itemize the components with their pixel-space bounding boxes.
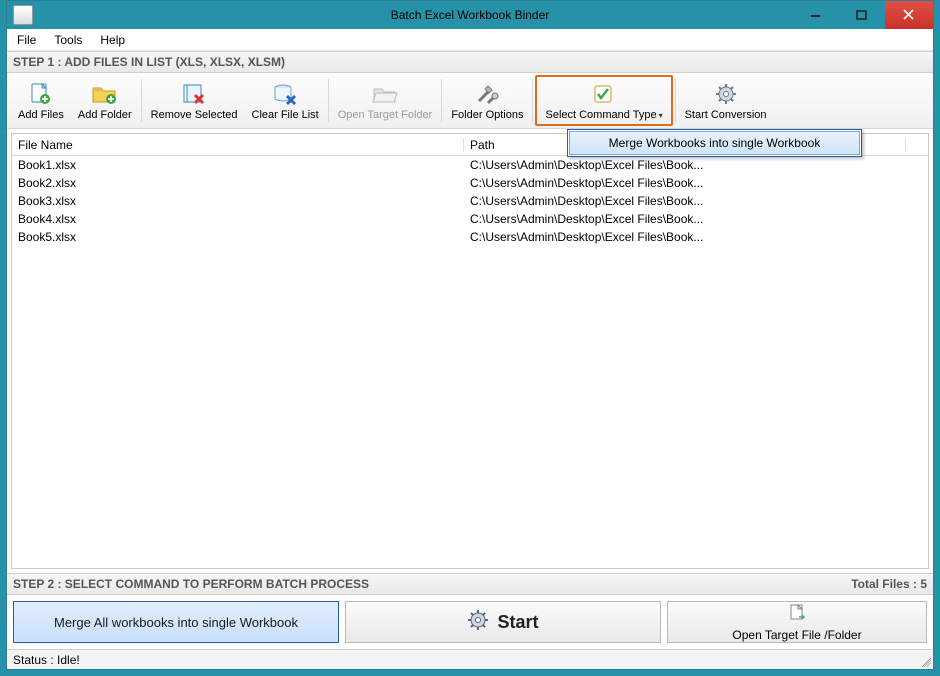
add-files-button[interactable]: Add Files	[11, 75, 71, 126]
open-target-folder-label: Open Target Folder	[338, 109, 433, 121]
folder-options-button[interactable]: Folder Options	[444, 75, 530, 126]
add-folder-label: Add Folder	[78, 109, 132, 121]
minimize-icon	[810, 9, 822, 21]
app-window: Batch Excel Workbook Binder File Tools H…	[6, 0, 934, 670]
table-row[interactable]: Book5.xlsxC:\Users\Admin\Desktop\Excel F…	[12, 228, 928, 246]
command-type-icon	[590, 81, 618, 107]
remove-selected-button[interactable]: Remove Selected	[144, 75, 245, 126]
file-open-icon	[787, 603, 807, 626]
maximize-icon	[856, 9, 868, 21]
remove-icon	[180, 81, 208, 107]
table-row[interactable]: Book3.xlsxC:\Users\Admin\Desktop\Excel F…	[12, 192, 928, 210]
menu-tools[interactable]: Tools	[54, 33, 82, 47]
start-conversion-label: Start Conversion	[685, 109, 767, 121]
remove-selected-label: Remove Selected	[151, 109, 238, 121]
maximize-button[interactable]	[839, 1, 885, 29]
file-name-cell: Book5.xlsx	[12, 230, 464, 244]
table-row[interactable]: Book2.xlsxC:\Users\Admin\Desktop\Excel F…	[12, 174, 928, 192]
tools-icon	[473, 81, 501, 107]
select-command-type-button[interactable]: Select Command Type▾	[535, 75, 672, 126]
clear-file-list-label: Clear File List	[252, 109, 319, 121]
status-bar: Status : Idle!	[7, 649, 933, 669]
table-row[interactable]: Book4.xlsxC:\Users\Admin\Desktop\Excel F…	[12, 210, 928, 228]
file-name-cell: Book1.xlsx	[12, 158, 464, 172]
resize-grip[interactable]	[919, 655, 931, 667]
add-files-label: Add Files	[18, 109, 64, 121]
file-list-body[interactable]: Book1.xlsxC:\Users\Admin\Desktop\Excel F…	[12, 156, 928, 568]
merge-workbooks-item[interactable]: Merge Workbooks into single Workbook	[569, 131, 860, 155]
select-command-type-label: Select Command Type▾	[545, 109, 662, 121]
add-folder-button[interactable]: Add Folder	[71, 75, 139, 126]
table-row[interactable]: Book1.xlsxC:\Users\Admin\Desktop\Excel F…	[12, 156, 928, 174]
file-list: File Name Path Book1.xlsxC:\Users\Admin\…	[11, 133, 929, 569]
menu-help[interactable]: Help	[100, 33, 125, 47]
path-cell: C:\Users\Admin\Desktop\Excel Files\Book.…	[464, 176, 928, 190]
file-name-cell: Book4.xlsx	[12, 212, 464, 226]
menu-file[interactable]: File	[17, 33, 36, 47]
window-controls	[793, 1, 933, 29]
path-cell: C:\Users\Admin\Desktop\Excel Files\Book.…	[464, 158, 928, 172]
clear-list-icon	[271, 81, 299, 107]
file-name-cell: Book2.xlsx	[12, 176, 464, 190]
file-name-cell: Book3.xlsx	[12, 194, 464, 208]
step1-header: STEP 1 : ADD FILES IN LIST (XLS, XLSX, X…	[7, 51, 933, 73]
path-cell: C:\Users\Admin\Desktop\Excel Files\Book.…	[464, 212, 928, 226]
menu-bar: File Tools Help	[7, 29, 933, 51]
start-conversion-button[interactable]: Start Conversion	[678, 75, 774, 126]
toolbar: Add Files Add Folder Remove Selected	[7, 73, 933, 129]
status-text: Status : Idle!	[13, 653, 80, 667]
command-type-dropdown: Merge Workbooks into single Workbook	[567, 129, 862, 157]
close-icon	[903, 9, 915, 21]
open-target-label: Open Target File /Folder	[732, 628, 861, 642]
step2-bar: Merge All workbooks into single Workbook…	[7, 595, 933, 649]
folder-add-icon	[91, 81, 119, 107]
file-add-icon	[27, 81, 55, 107]
open-target-folder-button[interactable]: Open Target Folder	[331, 75, 440, 126]
start-button[interactable]: Start	[345, 601, 661, 643]
step1-header-label: STEP 1 : ADD FILES IN LIST (XLS, XLSX, X…	[13, 55, 285, 69]
column-file-name[interactable]: File Name	[12, 138, 464, 152]
total-files-label: Total Files : 5	[851, 577, 927, 591]
step2-header-label: STEP 2 : SELECT COMMAND TO PERFORM BATCH…	[13, 577, 369, 591]
close-button[interactable]	[885, 1, 933, 29]
gear-icon	[712, 81, 740, 107]
open-target-button[interactable]: Open Target File /Folder	[667, 601, 927, 643]
gear-icon	[467, 609, 489, 636]
step2-header: STEP 2 : SELECT COMMAND TO PERFORM BATCH…	[7, 573, 933, 595]
open-folder-icon	[371, 81, 399, 107]
start-button-label: Start	[497, 612, 538, 633]
minimize-button[interactable]	[793, 1, 839, 29]
app-icon	[13, 5, 33, 25]
title-bar: Batch Excel Workbook Binder	[7, 1, 933, 29]
clear-file-list-button[interactable]: Clear File List	[245, 75, 326, 126]
chevron-down-icon: ▾	[659, 111, 663, 120]
selected-command-label: Merge All workbooks into single Workbook	[13, 601, 339, 643]
path-cell: C:\Users\Admin\Desktop\Excel Files\Book.…	[464, 230, 928, 244]
path-cell: C:\Users\Admin\Desktop\Excel Files\Book.…	[464, 194, 928, 208]
folder-options-label: Folder Options	[451, 109, 523, 121]
